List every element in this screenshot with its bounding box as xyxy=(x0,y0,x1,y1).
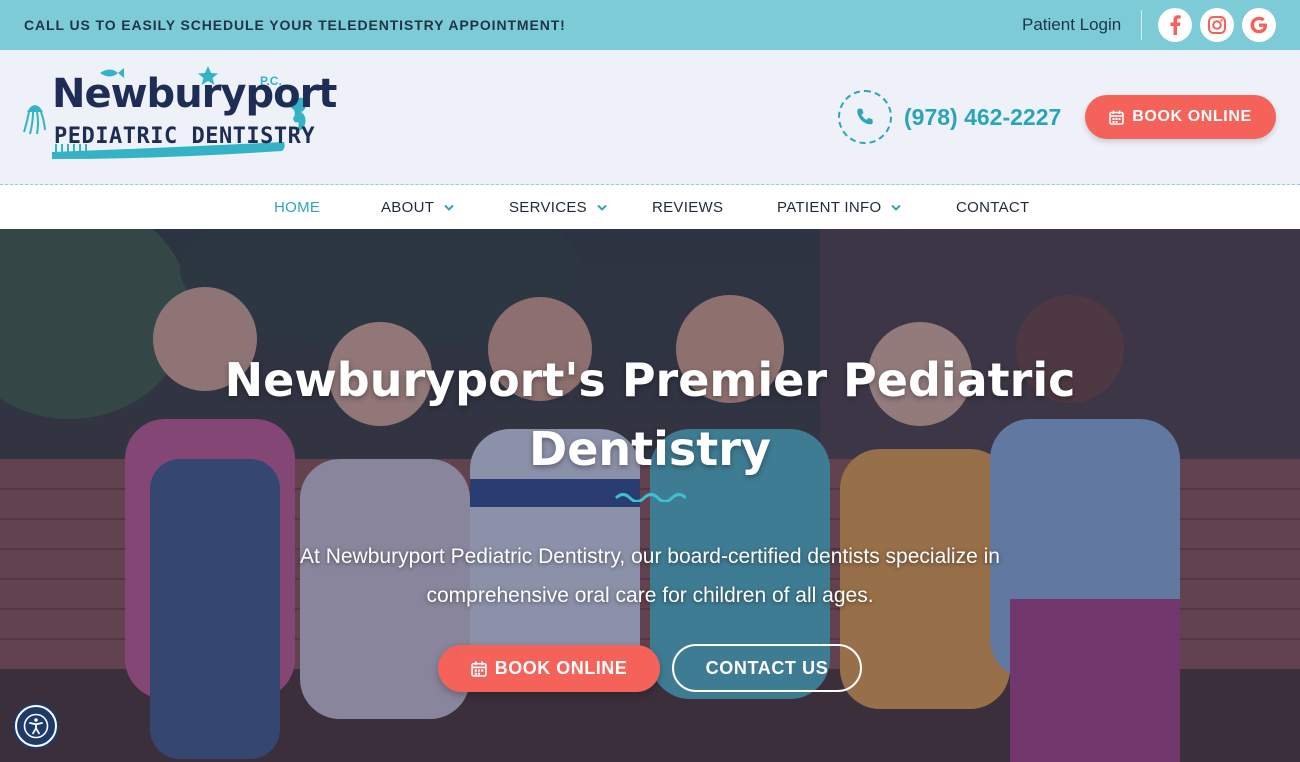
hero-book-online-button[interactable]: BOOK ONLINE xyxy=(438,645,660,692)
accessibility-icon[interactable] xyxy=(15,705,57,747)
nav-label: PATIENT INFO xyxy=(777,199,882,216)
google-icon[interactable] xyxy=(1242,8,1276,42)
instagram-icon[interactable] xyxy=(1200,8,1234,42)
phone-icon[interactable] xyxy=(838,90,892,144)
hero-subtitle: At Newburyport Pediatric Dentistry, our … xyxy=(200,537,1100,615)
logo-wordmark: Newburyport xyxy=(52,71,337,117)
chevron-down-icon xyxy=(444,204,454,211)
hero-title: Newburyport's Premier Pediatric Dentistr… xyxy=(150,346,1150,484)
nav-item-services[interactable]: SERVICES xyxy=(509,199,607,216)
nav-label: ABOUT xyxy=(381,199,435,216)
hero-subtitle-line1: At Newburyport Pediatric Dentistry, our … xyxy=(300,545,1000,568)
nav-label: HOME xyxy=(274,199,321,216)
chevron-down-icon xyxy=(891,204,902,211)
nav-item-about[interactable]: ABOUT xyxy=(381,199,454,216)
patient-login-link[interactable]: Patient Login xyxy=(1022,15,1121,35)
main-nav: HOME ABOUT SERVICES REVIEWS PATIENT INFO… xyxy=(0,186,1300,229)
book-online-button[interactable]: BOOK ONLINE xyxy=(1085,95,1276,139)
facebook-icon[interactable] xyxy=(1158,8,1192,42)
hero-section: Newburyport's Premier Pediatric Dentistr… xyxy=(0,229,1300,762)
nav-item-reviews[interactable]: REVIEWS xyxy=(652,199,723,216)
logo-pc: P.C. xyxy=(260,74,282,88)
hero-title-line1: Newburyport's Premier Pediatric xyxy=(224,353,1076,407)
hero-title-line2: Dentistry xyxy=(529,422,771,476)
contact-us-button[interactable]: CONTACT US xyxy=(672,644,862,692)
phone-number-link[interactable]: (978) 462-2227 xyxy=(904,104,1061,131)
hero-book-online-label: BOOK ONLINE xyxy=(494,658,628,678)
site-logo[interactable]: Newburyport P.C. PEDIATRIC DENTISTRY xyxy=(22,64,337,172)
nav-label: SERVICES xyxy=(509,199,587,216)
logo-subtitle: PEDIATRIC DENTISTRY xyxy=(54,124,316,149)
wave-divider-icon xyxy=(614,493,686,502)
nav-item-home[interactable]: HOME xyxy=(274,199,320,216)
nav-item-patient-info[interactable]: PATIENT INFO xyxy=(777,199,902,216)
nav-label: CONTACT xyxy=(956,199,1030,216)
topbar-divider xyxy=(1141,10,1142,40)
site-header: Newburyport P.C. PEDIATRIC DENTISTRY (97… xyxy=(0,50,1300,185)
top-bar: CALL US TO EASILY SCHEDULE YOUR TELEDENT… xyxy=(0,0,1300,50)
teledentistry-promo: CALL US TO EASILY SCHEDULE YOUR TELEDENT… xyxy=(24,17,566,33)
chevron-down-icon xyxy=(597,204,607,211)
nav-item-contact[interactable]: CONTACT xyxy=(956,199,1029,216)
hero-subtitle-line2: comprehensive oral care for children of … xyxy=(426,584,874,607)
calendar-icon xyxy=(470,661,487,677)
calendar-icon xyxy=(1109,110,1125,125)
book-online-label: BOOK ONLINE xyxy=(1132,108,1252,125)
nav-label: REVIEWS xyxy=(652,199,724,216)
